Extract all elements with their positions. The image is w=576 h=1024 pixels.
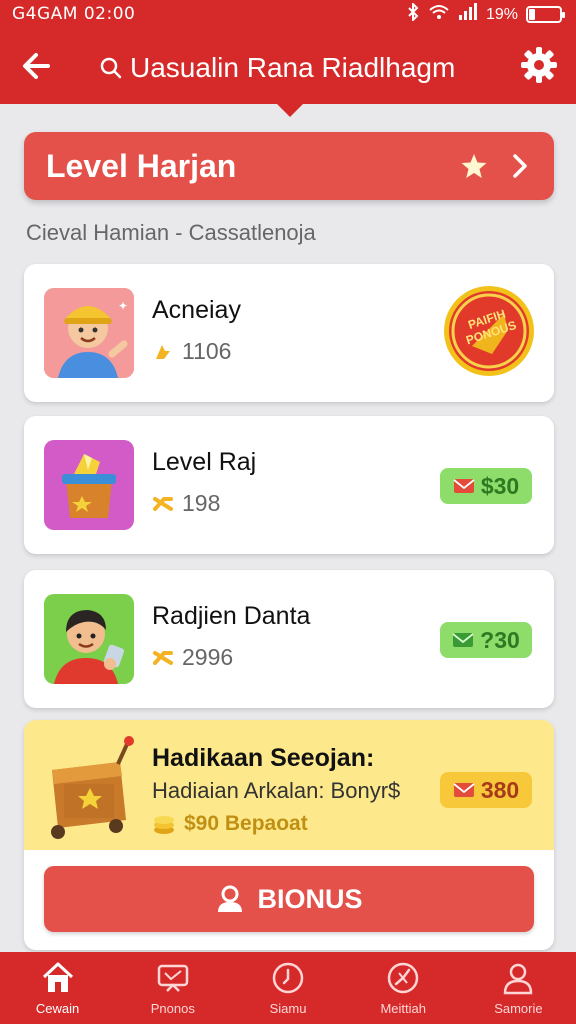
status-time: G4GAM 02:00 xyxy=(12,4,136,24)
points-icon xyxy=(153,650,173,665)
nav-item-tv[interactable]: Pnonos xyxy=(115,952,230,1024)
nav-label: Meittiah xyxy=(380,1000,426,1016)
nav-label: Samorie xyxy=(494,1000,543,1016)
nav-label: Cewain xyxy=(35,1000,80,1016)
item-points-value: 2996 xyxy=(182,644,234,670)
points-icon xyxy=(156,344,170,359)
back-button[interactable] xyxy=(18,46,58,86)
wifi-icon xyxy=(428,3,450,26)
envelope-icon xyxy=(453,783,475,797)
avatar: ✦ xyxy=(44,288,134,378)
reward-chip[interactable]: 380 xyxy=(440,772,532,808)
bottom-navigation: Cewain Pnonos Siamu Meittiah Samorie xyxy=(0,952,576,1024)
home-icon xyxy=(42,962,73,992)
points-icon xyxy=(153,496,173,511)
nav-item-profile[interactable]: Samorie xyxy=(461,952,576,1024)
special-offer-description: Hadiaian Arkalan: Bonyr$ xyxy=(152,778,401,803)
item-points-value: 198 xyxy=(182,490,221,516)
chest-thumbnail xyxy=(44,440,134,530)
coin-stack-icon xyxy=(154,816,174,834)
level-banner[interactable]: Level Harjan xyxy=(24,132,554,200)
bluetooth-icon xyxy=(406,1,420,26)
level-subtitle: Cieval Hamian - Cassatlenoja xyxy=(26,220,316,245)
battery-icon xyxy=(526,6,565,23)
reward-value: ?30 xyxy=(480,626,520,653)
nav-item-clock[interactable]: Siamu xyxy=(230,952,345,1024)
clock-icon xyxy=(272,962,304,993)
list-item[interactable]: ✦ Acneiay 1106 PAIFIH PONOUS xyxy=(24,264,554,402)
bonus-button[interactable]: BIONUS xyxy=(44,866,534,932)
user-icon xyxy=(218,885,243,912)
app-header: G4GAM 02:00 19% Uasualin Rana Riadlhagm xyxy=(0,0,576,104)
treasure-chest-icon xyxy=(44,736,136,844)
item-title: Acneiay xyxy=(152,296,241,324)
nav-item-timer[interactable]: Meittiah xyxy=(346,952,461,1024)
gear-icon xyxy=(521,47,557,83)
user-icon xyxy=(504,963,533,994)
special-offer-title: Hadikaan Seeojan: xyxy=(152,744,375,772)
item-points: 1106 xyxy=(152,338,231,365)
header-search[interactable]: Uasualin Rana Riadlhagm xyxy=(100,52,455,84)
header-pointer xyxy=(276,103,304,117)
envelope-icon xyxy=(453,479,475,493)
header-search-text: Uasualin Rana Riadlhagm xyxy=(130,52,456,83)
item-title: Level Raj xyxy=(152,448,257,476)
nav-label: Siamu xyxy=(269,1000,307,1016)
search-icon xyxy=(100,57,122,79)
battery-percent: 19% xyxy=(485,5,518,23)
special-offer-bonus-text: $90 Bepaoat xyxy=(184,812,308,835)
special-offer-bonus: $90 Bepaoat xyxy=(152,812,308,836)
nav-label: Pnonos xyxy=(150,1000,195,1016)
status-icons: 19% xyxy=(406,1,565,26)
bonus-button-label: BIONUS xyxy=(257,883,363,914)
envelope-icon xyxy=(452,633,474,647)
item-points: 2996 xyxy=(152,644,233,671)
tv-icon xyxy=(157,964,189,992)
reward-chip[interactable]: $30 xyxy=(440,468,532,504)
settings-button[interactable] xyxy=(518,44,560,86)
item-points: 198 xyxy=(152,490,220,517)
list-item[interactable]: Level Raj 198 $30 xyxy=(24,416,554,554)
item-title: Radjien Danta xyxy=(152,602,311,630)
bonus-badge[interactable]: PAIFIH PONOUS xyxy=(442,284,536,378)
status-bar: G4GAM 02:00 19% xyxy=(0,0,576,28)
item-points-value: 1106 xyxy=(182,338,232,364)
list-item[interactable]: Radjien Danta 2996 ?30 xyxy=(24,570,554,708)
battery-level xyxy=(529,9,535,20)
chevron-right-icon xyxy=(513,154,527,178)
timer-icon xyxy=(387,962,419,993)
reward-value: $30 xyxy=(480,472,520,499)
reward-chip[interactable]: ?30 xyxy=(440,622,532,658)
special-offer-card: Hadikaan Seeojan: Hadiaian Arkalan: Bony… xyxy=(24,720,554,950)
signal-icon xyxy=(458,3,478,26)
svg-text:✦: ✦ xyxy=(118,299,128,313)
avatar xyxy=(44,594,134,684)
arrow-left-icon xyxy=(23,53,50,79)
star-icon xyxy=(461,154,487,178)
reward-value: 380 xyxy=(480,776,520,803)
level-banner-title: Level Harjan xyxy=(46,148,237,184)
nav-item-home[interactable]: Cewain xyxy=(0,952,115,1024)
